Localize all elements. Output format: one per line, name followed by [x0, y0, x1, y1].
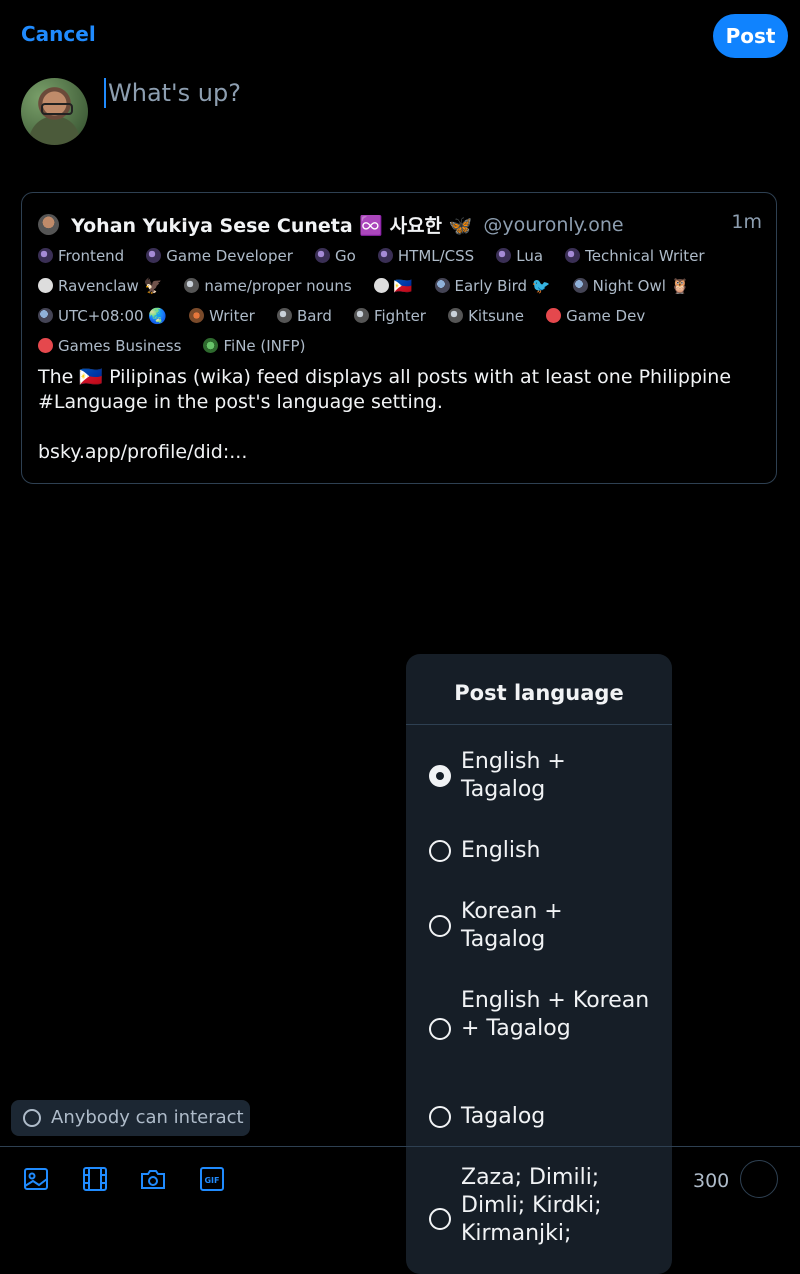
- label-icon: [38, 277, 53, 293]
- quoted-post-text: The 🇵🇭 Pilipinas (wika) feed displays al…: [38, 366, 732, 463]
- language-option-label: English + Tagalog: [461, 749, 566, 802]
- camera-icon[interactable]: [140, 1166, 166, 1192]
- quoted-post-time: 1m: [731, 211, 762, 233]
- badge: Ravenclaw 🦅: [38, 277, 162, 295]
- image-icon[interactable]: [23, 1166, 49, 1192]
- badge: Game Developer: [146, 247, 293, 265]
- gif-icon[interactable]: GIF: [199, 1166, 225, 1192]
- avatar: [21, 78, 88, 145]
- label-icon: [146, 247, 162, 263]
- radio-icon[interactable]: [429, 840, 451, 862]
- post-button[interactable]: Post: [713, 14, 788, 58]
- radio-icon[interactable]: [429, 915, 451, 937]
- label-icon: [184, 277, 200, 293]
- language-option[interactable]: English + Korean + Tagalog: [406, 987, 672, 1071]
- badge: Early Bird 🐦: [434, 277, 551, 295]
- badge: Lua: [496, 247, 543, 265]
- language-option[interactable]: English: [406, 837, 672, 865]
- badge: Games Business: [38, 337, 181, 355]
- label-icon: [353, 307, 369, 323]
- badge: Frontend: [38, 247, 124, 265]
- interaction-settings-button[interactable]: Anybody can interact: [11, 1100, 250, 1136]
- label-icon: [565, 247, 581, 263]
- radio-icon[interactable]: [429, 1208, 451, 1230]
- footer-divider: [0, 1146, 800, 1147]
- label-icon: [572, 277, 588, 293]
- video-icon[interactable]: [82, 1166, 108, 1192]
- top-bar: Cancel Post: [0, 0, 800, 72]
- badge: Night Owl 🦉: [572, 277, 689, 295]
- label-icon: [38, 307, 53, 323]
- quoted-author-name: Yohan Yukiya Sese Cuneta ♾️ 사요한 🦋: [71, 215, 473, 237]
- post-text-input[interactable]: What's up?: [104, 78, 708, 108]
- svg-text:GIF: GIF: [204, 1176, 219, 1185]
- radio-checked-icon[interactable]: [429, 765, 451, 787]
- badge: UTC+08:00 🌏: [38, 307, 167, 325]
- progress-ring: [740, 1160, 778, 1198]
- badge: Game Dev: [546, 307, 645, 325]
- language-option[interactable]: Korean + Tagalog: [406, 898, 672, 954]
- label-icon: [38, 337, 53, 353]
- radio-icon[interactable]: [429, 1106, 451, 1128]
- badge: Kitsune: [448, 307, 524, 325]
- cancel-button[interactable]: Cancel: [21, 22, 96, 46]
- language-option-label: English + Korean + Tagalog: [461, 988, 650, 1041]
- badge: Fighter: [353, 307, 426, 325]
- quoted-post[interactable]: Yohan Yukiya Sese Cuneta ♾️ 사요한 🦋 @youro…: [21, 192, 777, 484]
- globe-icon: [23, 1109, 41, 1127]
- label-icon: [276, 307, 292, 323]
- label-icon: [496, 247, 512, 263]
- badge: name/proper nouns: [184, 277, 352, 295]
- language-option-label: Korean + Tagalog: [461, 899, 563, 952]
- radio-icon[interactable]: [429, 1018, 451, 1040]
- language-option-label: Tagalog: [461, 1104, 546, 1129]
- language-option-label: Zaza; Dimili; Dimli; Kirdki; Kirmanjki;: [461, 1165, 602, 1246]
- profile-badges: Frontend Game Developer Go HTML/CSS Lua …: [38, 245, 758, 365]
- badge: Writer: [189, 307, 255, 325]
- label-icon: [189, 307, 205, 323]
- interaction-settings-label: Anybody can interact: [51, 1107, 244, 1128]
- language-option-label: English: [461, 838, 541, 863]
- quoted-author-handle: @youronly.one: [483, 213, 624, 236]
- quoted-post-header: Yohan Yukiya Sese Cuneta ♾️ 사요한 🦋 @youro…: [38, 211, 762, 239]
- label-icon: [546, 307, 562, 323]
- language-option[interactable]: Zaza; Dimili; Dimli; Kirdki; Kirmanjki;: [406, 1164, 672, 1274]
- label-icon: [38, 247, 53, 263]
- badge: Bard: [276, 307, 332, 325]
- badge: HTML/CSS: [377, 247, 474, 265]
- language-option[interactable]: English + Tagalog: [406, 748, 672, 804]
- menu-title: Post language: [406, 654, 672, 725]
- badge: FiNe (INFP): [203, 337, 305, 355]
- label-icon: [377, 247, 393, 263]
- post-language-menu: Post language English + Tagalog English …: [406, 654, 672, 1274]
- label-icon: [203, 337, 219, 353]
- quoted-avatar: [38, 214, 59, 235]
- badge: 🇵🇭: [373, 277, 412, 295]
- label-icon: [314, 247, 330, 263]
- label-icon: [434, 277, 450, 293]
- badge: Go: [314, 247, 356, 265]
- language-option[interactable]: Tagalog: [406, 1103, 672, 1131]
- badge: Technical Writer: [565, 247, 705, 265]
- character-counter: 300: [693, 1170, 730, 1192]
- label-icon: [373, 277, 389, 293]
- label-icon: [448, 307, 464, 323]
